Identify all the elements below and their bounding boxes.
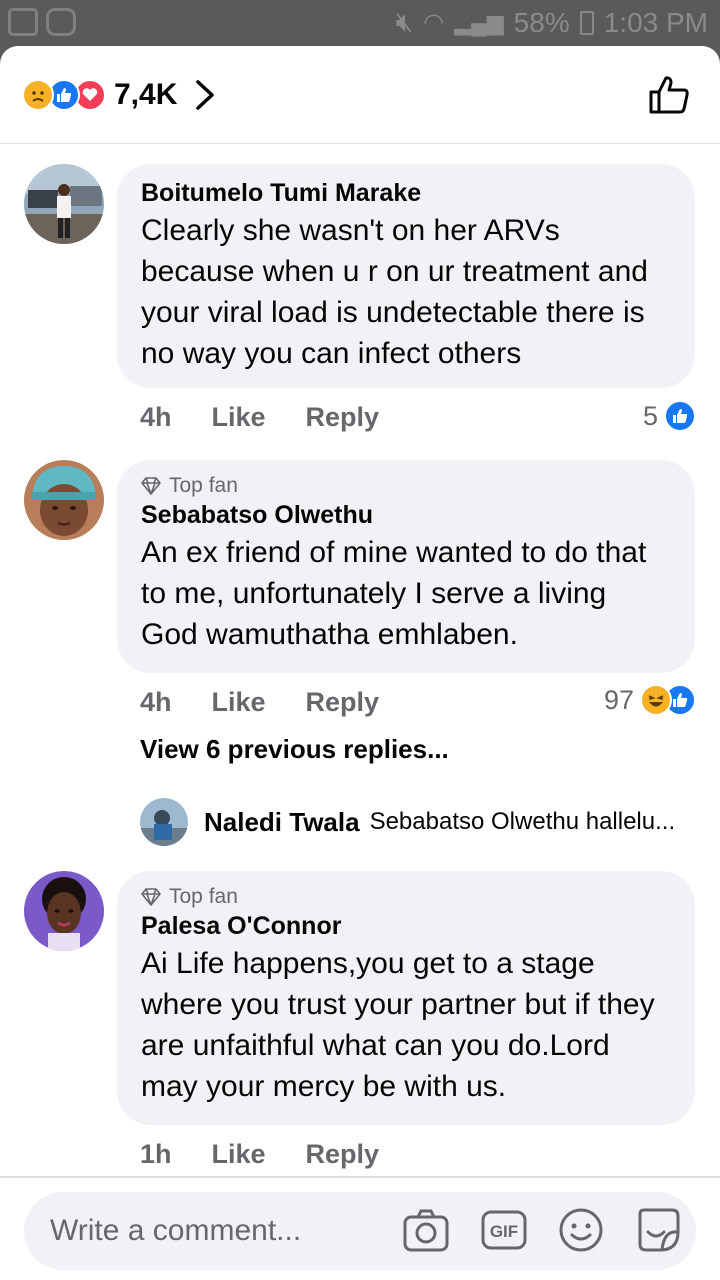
comment-text: Ai Life happens,you get to a stage where… bbox=[141, 947, 655, 1103]
top-fan-badge: Top fan bbox=[141, 885, 671, 909]
badge-label: Top fan bbox=[169, 474, 238, 497]
diamond-icon bbox=[141, 888, 161, 906]
comment-text: An ex friend of mine wanted to do that t… bbox=[141, 536, 647, 651]
comment-reactions[interactable]: 97 bbox=[604, 684, 696, 716]
view-previous-replies-link[interactable]: View 6 previous replies... bbox=[140, 734, 449, 765]
like-button[interactable]: Like bbox=[212, 687, 266, 718]
comment-bubble[interactable]: Top fan Palesa O'Connor Ai Life happens,… bbox=[117, 871, 695, 1125]
reaction-count: 7,4K bbox=[114, 78, 178, 111]
comment-author[interactable]: Sebabatso Olwethu bbox=[141, 500, 671, 530]
like-button[interactable]: Like bbox=[212, 402, 266, 433]
camera-icon[interactable] bbox=[402, 1207, 450, 1253]
sad-reaction-icon bbox=[22, 79, 54, 111]
avatar[interactable] bbox=[24, 871, 104, 951]
reply-button[interactable]: Reply bbox=[306, 1139, 380, 1170]
comment-composer-bar: Write a comment... GIF bbox=[0, 1176, 720, 1280]
comment-bubble[interactable]: Top fan Sebabatso Olwethu An ex friend o… bbox=[117, 460, 695, 673]
reply-text: Sebabatso Olwethu hallelu... bbox=[369, 808, 676, 835]
like-button[interactable]: Like bbox=[212, 1139, 266, 1170]
reactions-header: 7,4K bbox=[0, 46, 720, 144]
mute-icon: 🔇︎ bbox=[395, 6, 414, 37]
haha-reaction-icon bbox=[640, 684, 672, 716]
avatar[interactable] bbox=[140, 798, 188, 846]
instagram-notification-icon bbox=[46, 8, 76, 36]
avatar[interactable] bbox=[24, 460, 104, 540]
comment-author[interactable]: Boitumelo Tumi Marake bbox=[141, 178, 671, 208]
comment-input-placeholder[interactable]: Write a comment... bbox=[50, 1214, 301, 1248]
comment-reactions[interactable]: 5 bbox=[643, 400, 696, 432]
top-fan-badge: Top fan bbox=[141, 474, 671, 498]
reaction-count: 97 bbox=[603, 684, 634, 715]
reply-button[interactable]: Reply bbox=[306, 402, 380, 433]
battery-percent: 58% bbox=[513, 6, 570, 38]
like-reaction-icon bbox=[664, 400, 696, 432]
comments-sheet: 7,4K Boitumelo Tumi Marake Clearly she w… bbox=[0, 46, 720, 1280]
reply-author[interactable]: Naledi Twala bbox=[204, 807, 360, 838]
battery-icon bbox=[579, 10, 594, 35]
badge-label: Top fan bbox=[169, 885, 238, 908]
chevron-right-icon bbox=[196, 80, 215, 110]
reactions-summary[interactable]: 7,4K bbox=[22, 78, 215, 112]
signal-icon: ▂▄▆ bbox=[454, 9, 504, 35]
wifi-icon: ◠ bbox=[423, 9, 445, 36]
gif-icon[interactable]: GIF bbox=[480, 1207, 528, 1253]
comment-time: 1h bbox=[140, 1139, 172, 1169]
reaction-count: 5 bbox=[642, 400, 658, 431]
comment-time: 4h bbox=[140, 687, 172, 717]
comment-time: 4h bbox=[140, 402, 172, 432]
comment-text: Clearly she wasn't on her ARVs because w… bbox=[141, 214, 648, 370]
emoji-icon[interactable] bbox=[558, 1207, 604, 1253]
reply-preview[interactable]: Naledi Twala Sebabatso Olwethu hallelu..… bbox=[140, 798, 710, 846]
like-post-button[interactable] bbox=[648, 74, 690, 116]
reply-button[interactable]: Reply bbox=[306, 687, 380, 718]
comment-bubble[interactable]: Boitumelo Tumi Marake Clearly she wasn't… bbox=[117, 164, 695, 388]
clock: 1:03 PM bbox=[603, 6, 708, 38]
comment-author[interactable]: Palesa O'Connor bbox=[141, 911, 671, 941]
gallery-notification-icon bbox=[8, 8, 38, 36]
status-bar: 🔇︎ ◠ ▂▄▆ 58% 1:03 PM bbox=[0, 0, 720, 46]
sticker-icon[interactable] bbox=[634, 1206, 682, 1254]
comment-input[interactable]: Write a comment... GIF bbox=[24, 1192, 696, 1270]
svg-text:GIF: GIF bbox=[490, 1222, 518, 1241]
diamond-icon bbox=[141, 477, 161, 495]
avatar[interactable] bbox=[24, 164, 104, 244]
